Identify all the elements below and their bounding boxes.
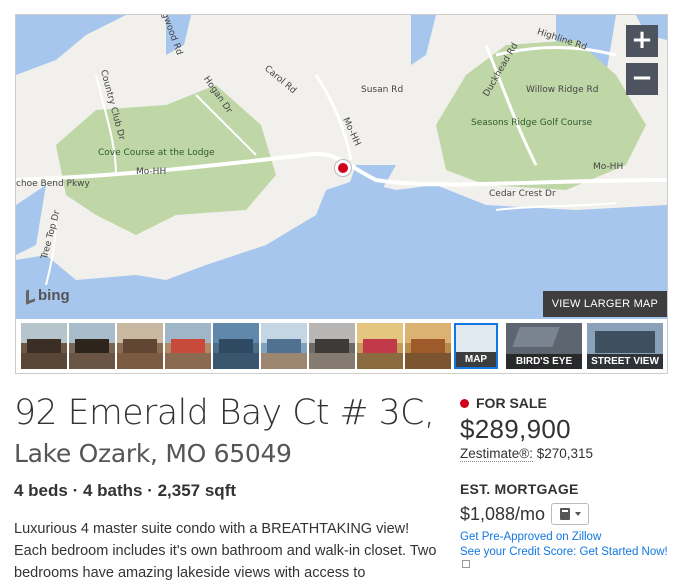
road-label: Susan Rd bbox=[361, 85, 404, 95]
photo-thumbnail[interactable] bbox=[213, 323, 259, 369]
golf-course-label: Cove Course at the Lodge bbox=[98, 148, 215, 158]
road-label: Willow Ridge Rd bbox=[526, 85, 599, 95]
golf-course-label: Seasons Ridge Golf Course bbox=[471, 118, 593, 128]
status-label: FOR SALE bbox=[476, 395, 547, 411]
zestimate-value: $270,315 bbox=[536, 446, 594, 461]
property-pin-icon[interactable] bbox=[334, 159, 352, 177]
mortgage-calculator-button[interactable] bbox=[551, 503, 590, 525]
street-view-tile-label: STREET VIEW bbox=[587, 354, 663, 369]
road-label: choe Bend Pkwy bbox=[16, 179, 90, 189]
photo-thumbnail[interactable] bbox=[357, 323, 403, 369]
listing-price: $289,900 bbox=[460, 414, 571, 444]
property-facts: 4 beds · 4 baths · 2,357 sqft bbox=[14, 481, 237, 500]
photo-thumbnail[interactable] bbox=[117, 323, 163, 369]
map-panel: Dogwood Rd Highline Rd Duckhead Rd Carol… bbox=[15, 14, 668, 374]
map-view-tile[interactable]: MAP bbox=[454, 323, 498, 369]
birds-eye-tile[interactable]: BIRD'S EYE bbox=[506, 323, 582, 369]
credit-score-link[interactable]: See your Credit Score: Get Started Now! bbox=[460, 546, 676, 570]
status-dot-icon bbox=[460, 398, 469, 408]
zoom-in-button[interactable]: + bbox=[626, 25, 658, 57]
photo-thumbnail[interactable] bbox=[405, 323, 451, 369]
map-view[interactable]: Dogwood Rd Highline Rd Duckhead Rd Carol… bbox=[16, 15, 667, 319]
credit-score-link-text: See your Credit Score: Get Started Now! bbox=[460, 546, 668, 558]
zoom-out-button[interactable]: − bbox=[626, 63, 658, 95]
photo-thumbnail[interactable] bbox=[261, 323, 307, 369]
photo-thumbnail[interactable] bbox=[165, 323, 211, 369]
external-link-icon bbox=[462, 559, 470, 568]
road-label: Mo-HH bbox=[136, 167, 167, 177]
zestimate-label[interactable]: Zestimate®: bbox=[460, 446, 533, 462]
bing-wordmark: bing bbox=[38, 287, 70, 304]
est-mortgage-label: EST. MORTGAGE bbox=[460, 481, 579, 497]
road-label: Mo-HH bbox=[593, 162, 624, 172]
photo-thumbnail[interactable] bbox=[69, 323, 115, 369]
mortgage-row: $1,088/mo bbox=[460, 503, 676, 525]
view-larger-map-button[interactable]: VIEW LARGER MAP bbox=[542, 291, 667, 317]
property-description: Luxurious 4 master suite condo with a BR… bbox=[14, 521, 437, 581]
map-tile-label: MAP bbox=[456, 352, 496, 367]
road-label: Cedar Crest Dr bbox=[489, 189, 556, 199]
address-line-2: Lake Ozark, MO 65049 bbox=[14, 439, 292, 468]
address-line-1: 92 Emerald Bay Ct # 3C, bbox=[14, 393, 435, 433]
calculator-icon bbox=[559, 508, 570, 520]
bing-icon bbox=[26, 286, 35, 305]
mortgage-amount: $1,088/mo bbox=[460, 503, 546, 524]
photo-thumbnail[interactable] bbox=[309, 323, 355, 369]
listing-status: FOR SALE bbox=[460, 395, 676, 411]
photo-thumbnail[interactable] bbox=[21, 323, 67, 369]
chevron-down-icon bbox=[574, 512, 581, 516]
preapproved-link[interactable]: Get Pre-Approved on Zillow bbox=[460, 531, 676, 543]
bing-logo: bing bbox=[26, 286, 70, 305]
pricing-panel: FOR SALE $289,900 Zestimate®: $270,315 E… bbox=[460, 395, 676, 570]
birds-eye-tile-label: BIRD'S EYE bbox=[506, 354, 582, 369]
photo-strip: MAP BIRD'S EYE STREET VIEW bbox=[16, 321, 667, 373]
zestimate: Zestimate®: $270,315 bbox=[460, 446, 676, 462]
street-view-tile[interactable]: STREET VIEW bbox=[587, 323, 663, 369]
